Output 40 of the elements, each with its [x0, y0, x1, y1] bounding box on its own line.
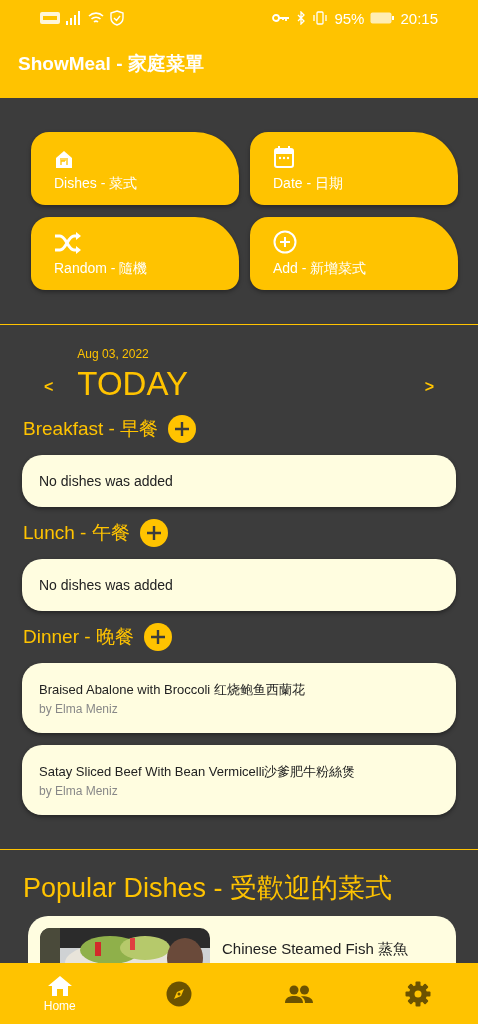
add-dish-button[interactable]	[139, 519, 168, 547]
dish-card[interactable]: Braised Abalone with Broccoli 红烧鲍鱼西蘭花 by Elma Meniz	[22, 663, 456, 733]
empty-message: No dishes was added	[39, 577, 174, 593]
compass-icon	[166, 980, 193, 1007]
clock-time: 20:15	[400, 9, 438, 27]
home-icon	[46, 974, 73, 997]
settings-icon	[405, 980, 432, 1007]
date-label: Aug 03, 2022	[77, 347, 150, 361]
previous-day-button[interactable]: <	[40, 378, 58, 396]
next-day-button[interactable]: >	[420, 378, 438, 396]
people-icon	[284, 984, 313, 1003]
dish-name: Chinese Steamed Fish 蒸魚	[222, 940, 408, 959]
day-title: TODAY	[77, 365, 188, 403]
shuffle-icon	[54, 232, 82, 254]
wifi-icon	[88, 11, 104, 25]
signal-icon	[66, 11, 82, 25]
volte-icon	[40, 12, 60, 24]
bluetooth-icon	[296, 11, 307, 25]
meal-title: Lunch - 午餐	[23, 521, 130, 545]
dish-name: Satay Sliced Beef With Bean Vermicelli沙爹肥牛粉絲煲	[39, 762, 357, 781]
dish-card[interactable]: Satay Sliced Beef With Bean Vermicelli沙爹肥牛粉絲煲 by Elma Meniz	[22, 745, 456, 815]
add-circle-icon	[273, 230, 297, 254]
empty-message: No dishes was added	[39, 473, 174, 489]
section-title: Popular Dishes - 受歡迎的菜式	[22, 872, 394, 905]
dish-author: by Elma Meniz	[39, 783, 119, 798]
app-title: ShowMeal - 家庭菜單	[18, 52, 204, 76]
add-dish-button[interactable]	[168, 415, 197, 443]
dish-name: Braised Abalone with Broccoli 红烧鲍鱼西蘭花	[39, 680, 306, 699]
popular-dish-card[interactable]: Chinese Steamed Fish 蒸魚	[28, 916, 456, 963]
meal-title: Breakfast - 早餐	[23, 417, 159, 441]
battery-icon	[370, 12, 395, 24]
restaurant-icon	[54, 149, 74, 169]
dish-author: by Elma Meniz	[39, 701, 119, 716]
vibrate-icon	[312, 11, 329, 25]
meal-title: Dinner - 晚餐	[23, 625, 134, 649]
key-icon	[272, 13, 291, 23]
shield-icon	[110, 10, 124, 26]
add-dish-button[interactable]	[143, 623, 172, 651]
battery-percent: 95%	[334, 9, 365, 27]
calendar-icon	[273, 145, 295, 169]
